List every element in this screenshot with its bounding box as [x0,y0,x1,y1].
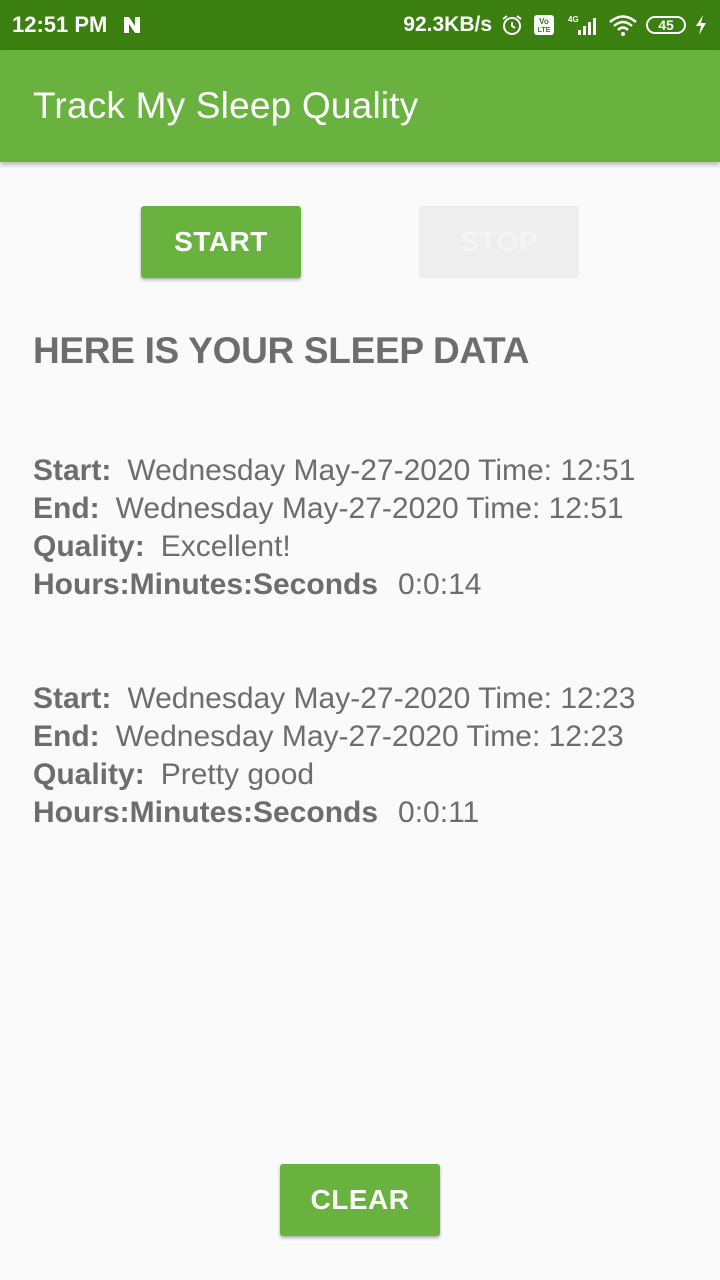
sleep-record: Start: Wednesday May-27-2020 Time: 12:23 … [33,680,713,832]
duration-label: Hours:Minutes:Seconds [33,796,379,829]
signal-4g-icon: 4G [564,13,600,37]
network-speed: 92.3KB/s [403,13,492,36]
stop-button[interactable]: STOP [419,206,579,278]
quality-label: Quality: [33,530,145,563]
record-duration-line: Hours:Minutes:Seconds 0:0:14 [33,566,713,604]
quality-value: Pretty good [160,758,315,791]
app-title: Track My Sleep Quality [33,85,419,126]
end-label: End: [33,492,100,525]
quality-value: Excellent! [160,530,291,563]
battery-level: 45 [658,17,674,33]
end-label: End: [33,720,100,753]
volte-icon: Vo LTE [532,13,556,37]
record-start-line: Start: Wednesday May-27-2020 Time: 12:23 [33,680,713,718]
charging-icon [694,14,708,36]
clear-button[interactable]: CLEAR [280,1164,440,1236]
svg-text:Vo: Vo [539,17,549,26]
start-value: Wednesday May-27-2020 Time: 12:23 [127,682,636,715]
svg-text:LTE: LTE [538,27,551,34]
record-end-line: End: Wednesday May-27-2020 Time: 12:23 [33,718,713,756]
start-label: Start: [33,682,112,715]
record-quality-line: Quality: Excellent! [33,528,713,566]
duration-label: Hours:Minutes:Seconds [33,568,379,601]
app-bar: Track My Sleep Quality [0,50,720,162]
wifi-icon [608,13,638,37]
battery-icon: 45 [646,16,686,34]
status-bar: 12:51 PM 92.3KB/s Vo LTE 4G 45 [0,0,720,50]
alarm-icon [500,13,524,37]
start-value: Wednesday May-27-2020 Time: 12:51 [127,454,636,487]
record-duration-line: Hours:Minutes:Seconds 0:0:11 [33,794,713,832]
duration-value: 0:0:14 [398,568,482,601]
duration-value: 0:0:11 [398,796,480,829]
sleep-records-list: Start: Wednesday May-27-2020 Time: 12:51 … [33,452,713,908]
record-quality-line: Quality: Pretty good [33,756,713,794]
quality-label: Quality: [33,758,145,791]
start-button[interactable]: START [141,206,301,278]
start-label: Start: [33,454,112,487]
svg-text:4G: 4G [568,15,579,24]
status-time: 12:51 PM [12,12,108,37]
end-value: Wednesday May-27-2020 Time: 12:23 [115,720,624,753]
record-end-line: End: Wednesday May-27-2020 Time: 12:51 [33,490,713,528]
sleep-data-heading: HERE IS YOUR SLEEP DATA [33,330,530,371]
notification-n-icon [121,14,143,36]
sleep-record: Start: Wednesday May-27-2020 Time: 12:51 … [33,452,713,604]
record-start-line: Start: Wednesday May-27-2020 Time: 12:51 [33,452,713,490]
end-value: Wednesday May-27-2020 Time: 12:51 [115,492,624,525]
